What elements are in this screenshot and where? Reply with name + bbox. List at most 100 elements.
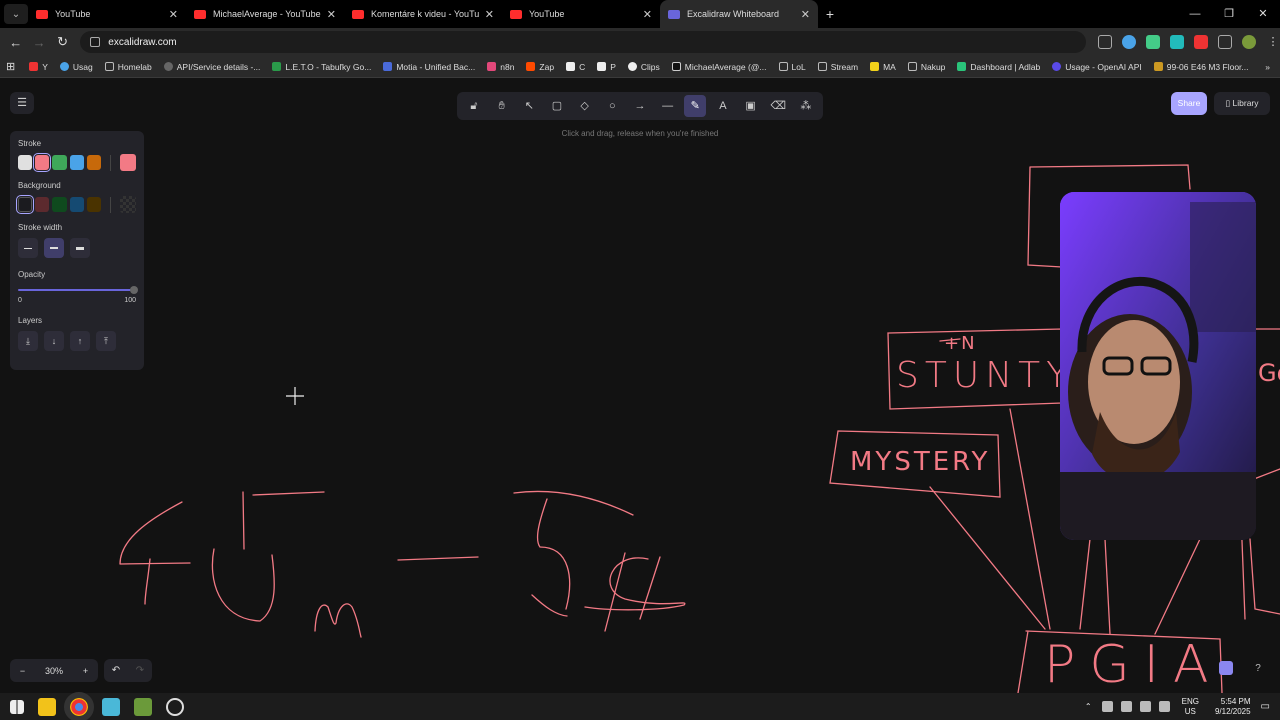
background-color-swatch[interactable] (52, 197, 67, 212)
close-tab-icon[interactable]: ✕ (485, 8, 494, 21)
help-icon[interactable]: ? (1248, 659, 1268, 679)
file-explorer-icon[interactable] (38, 697, 56, 716)
profile-avatar-icon[interactable] (1241, 35, 1256, 49)
tab-search-chevron-icon[interactable]: ⌄ (4, 4, 28, 24)
restore-icon[interactable]: ❐ (1212, 0, 1246, 28)
tab-excalidraw[interactable]: Excalidraw Whiteboard ✕ (660, 0, 818, 28)
language-indicator[interactable]: ENG US (1182, 697, 1199, 717)
excalidraw-canvas[interactable]: +N STUNTY MYSTERY PGIA Go (0, 79, 1280, 693)
chrome-icon[interactable] (64, 691, 94, 720)
extension-icon[interactable] (1169, 35, 1184, 49)
bookmark[interactable]: n8n (487, 62, 514, 72)
obs-icon[interactable] (166, 697, 184, 716)
bookmark[interactable]: Zap (526, 62, 554, 72)
bookmark-folder[interactable]: Stream (817, 62, 858, 72)
background-color-swatch[interactable] (15, 195, 35, 214)
close-tab-icon[interactable]: ✕ (169, 8, 178, 21)
hand-tool-icon[interactable]: ✋︎ (491, 95, 513, 117)
apps-grid-icon[interactable]: ⊞ (6, 60, 15, 73)
bookmark[interactable]: 99-06 E46 M3 Floor... (1153, 62, 1249, 72)
selection-tool-icon[interactable]: ↖ (518, 95, 540, 117)
bookmark[interactable]: Clips (627, 62, 660, 72)
bookmark[interactable]: Dashboard | Adlab (957, 62, 1040, 72)
bookmark[interactable]: L.E.T.O - Tabuľky Go... (272, 62, 371, 72)
text-tool-icon[interactable]: A (712, 95, 734, 117)
zoom-out-icon[interactable]: − (20, 666, 25, 676)
image-tool-icon[interactable]: ▣ (740, 95, 762, 117)
redo-icon[interactable]: ↷ (136, 665, 144, 676)
tab-michaelaverage[interactable]: MichaelAverage - YouTube ✕ (186, 0, 344, 28)
library-button[interactable]: ▯ Library (1214, 92, 1270, 115)
more-tools-icon[interactable]: ⁂ (795, 95, 817, 117)
new-tab-button[interactable]: + (818, 6, 842, 22)
bookmark[interactable]: Usage - OpenAI API (1052, 62, 1142, 72)
stroke-color-swatch[interactable] (33, 153, 52, 172)
extension-icon[interactable] (1193, 35, 1208, 49)
stroke-width-bold[interactable] (44, 238, 64, 258)
undo-icon[interactable]: ↶ (112, 665, 120, 676)
lock-icon[interactable]: 🔓︎ (463, 95, 485, 117)
zoom-level[interactable]: 30% (45, 666, 63, 676)
stroke-width-thin[interactable] (18, 238, 38, 258)
forward-icon[interactable]: → (27, 35, 50, 50)
extensions-puzzle-icon[interactable] (1217, 35, 1232, 49)
opacity-knob[interactable] (130, 286, 138, 294)
bookmark[interactable]: Usag (59, 62, 93, 72)
opacity-slider[interactable] (18, 285, 138, 295)
bookmark[interactable]: API/Service details -... (163, 62, 260, 72)
bookmark-folder[interactable]: Homelab (104, 62, 152, 72)
bookmark-star-icon[interactable] (1121, 35, 1136, 49)
tab-youtube-1[interactable]: YouTube ✕ (28, 0, 186, 28)
bookmark[interactable]: MichaelAverage (@... (671, 62, 767, 72)
bring-to-front-icon[interactable]: ⤒ (96, 331, 116, 351)
close-tab-icon[interactable]: ✕ (327, 8, 336, 21)
stroke-color-swatch[interactable] (86, 155, 101, 170)
current-background-color[interactable] (119, 196, 136, 213)
tab-komentare[interactable]: Komentáre k videu - YouTube S ✕ (344, 0, 502, 28)
zoom-in-icon[interactable]: + (83, 666, 88, 676)
back-icon[interactable]: ← (4, 35, 27, 50)
reload-icon[interactable]: ↻ (51, 34, 74, 50)
line-tool-icon[interactable]: — (657, 95, 679, 117)
arrow-tool-icon[interactable]: → (629, 95, 651, 117)
notifications-icon[interactable]: ▭ (1261, 701, 1270, 712)
send-backward-icon[interactable]: ↓ (44, 331, 64, 351)
stroke-color-swatch[interactable] (52, 155, 67, 170)
speaker-icon[interactable] (1139, 701, 1151, 712)
stroke-color-swatch[interactable] (69, 155, 84, 170)
encryption-shield-icon[interactable] (1219, 661, 1233, 675)
main-menu-icon[interactable]: ☰ (10, 92, 34, 114)
stroke-color-swatch[interactable] (18, 155, 33, 170)
bring-forward-icon[interactable]: ↑ (70, 331, 90, 351)
extension-icon[interactable] (1145, 35, 1160, 49)
battery-icon[interactable] (1158, 701, 1170, 712)
bookmark[interactable]: C (566, 62, 585, 72)
minecraft-icon[interactable] (134, 697, 152, 716)
tab-youtube-2[interactable]: YouTube ✕ (502, 0, 660, 28)
share-button[interactable]: Share (1171, 92, 1207, 115)
wifi-icon[interactable] (1120, 701, 1132, 712)
install-app-icon[interactable] (1097, 35, 1112, 49)
clock[interactable]: 5:54 PM 9/12/2025 (1215, 697, 1251, 717)
app-icon[interactable] (102, 697, 120, 716)
stroke-width-extrabold[interactable] (70, 238, 90, 258)
more-menu-icon[interactable]: ⋮ (1266, 35, 1280, 49)
current-stroke-color[interactable] (119, 154, 136, 171)
url-field[interactable]: excalidraw.com (80, 31, 1086, 53)
bookmark[interactable]: Y (29, 62, 48, 72)
background-color-swatch[interactable] (86, 197, 101, 212)
ellipse-tool-icon[interactable]: ○ (601, 95, 623, 117)
windows-start-icon[interactable] (10, 699, 24, 714)
close-tab-icon[interactable]: ✕ (801, 8, 810, 21)
send-to-back-icon[interactable]: ⤓ (18, 331, 38, 351)
bookmark[interactable]: P (597, 62, 616, 72)
close-window-icon[interactable]: ✕ (1246, 0, 1280, 28)
microphone-icon[interactable] (1101, 701, 1113, 712)
eraser-tool-icon[interactable]: ⌫ (767, 95, 789, 117)
bookmark[interactable]: MA (870, 62, 896, 72)
diamond-tool-icon[interactable]: ◇ (574, 95, 596, 117)
rectangle-tool-icon[interactable]: ▢ (546, 95, 568, 117)
freedraw-pencil-icon[interactable]: ✎ (684, 95, 707, 117)
site-info-icon[interactable] (90, 37, 101, 47)
bookmark[interactable]: Motia - Unified Bac... (383, 62, 475, 72)
